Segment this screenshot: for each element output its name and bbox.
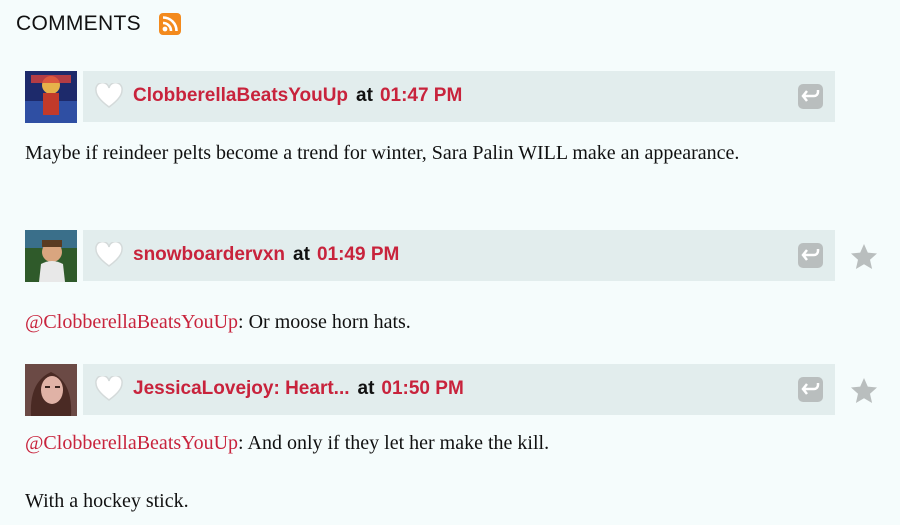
- comments-title: COMMENTS: [16, 12, 141, 35]
- comment-text: With a hockey stick.: [25, 490, 189, 512]
- comment-author-link[interactable]: ClobberellaBeatsYouUp: [133, 85, 348, 106]
- heart-icon[interactable]: [95, 376, 123, 402]
- comment-time-link[interactable]: 01:47 PM: [380, 85, 462, 106]
- comment-text-rest: : Or moose horn hats.: [238, 311, 411, 333]
- heart-icon[interactable]: [95, 83, 123, 109]
- comment-author-link[interactable]: snowboardervxn: [133, 244, 285, 265]
- rss-feed-icon[interactable]: [158, 13, 181, 35]
- comment-body: @ClobberellaBeatsYouUp: Or moose horn ha…: [25, 304, 825, 340]
- comment-text: @ClobberellaBeatsYouUp: And only if they…: [25, 425, 825, 461]
- star-icon[interactable]: [849, 242, 879, 272]
- reply-icon[interactable]: [798, 377, 823, 402]
- comment-meta: snowboardervxn at 01:49 PM: [133, 243, 399, 267]
- at-label: at: [293, 244, 310, 265]
- comment-author-link[interactable]: JessicaLovejoy: Heart...: [133, 378, 350, 399]
- comment-text: Maybe if reindeer pelts become a trend f…: [25, 142, 740, 164]
- comment-time-link[interactable]: 01:49 PM: [317, 244, 399, 265]
- comment-meta-bar: JessicaLovejoy: Heart... at 01:50 PM: [83, 364, 835, 415]
- reply-icon[interactable]: [798, 84, 823, 109]
- avatar[interactable]: [25, 230, 77, 282]
- comment-time-link[interactable]: 01:50 PM: [381, 378, 463, 399]
- comment-text-rest: : And only if they let her make the kill…: [238, 432, 550, 454]
- comment-text: @ClobberellaBeatsYouUp: Or moose horn ha…: [25, 304, 825, 340]
- at-label: at: [357, 378, 375, 399]
- comment-meta-bar: ClobberellaBeatsYouUp at 01:47 PM: [83, 71, 835, 122]
- comment-body: Maybe if reindeer pelts become a trend f…: [25, 135, 825, 171]
- comment-meta: ClobberellaBeatsYouUp at 01:47 PM: [133, 84, 462, 108]
- star-icon[interactable]: [849, 376, 879, 406]
- comment-body: @ClobberellaBeatsYouUp: And only if they…: [25, 425, 825, 519]
- mention-link[interactable]: @ClobberellaBeatsYouUp: [25, 432, 238, 454]
- reply-icon[interactable]: [798, 243, 823, 268]
- at-label: at: [356, 85, 373, 106]
- comments-header: COMMENTS: [16, 12, 181, 36]
- avatar[interactable]: [25, 364, 77, 416]
- avatar[interactable]: [25, 71, 77, 123]
- comment-meta: JessicaLovejoy: Heart... at 01:50 PM: [133, 377, 464, 401]
- comment-meta-bar: snowboardervxn at 01:49 PM: [83, 230, 835, 281]
- mention-link[interactable]: @ClobberellaBeatsYouUp: [25, 311, 238, 333]
- heart-icon[interactable]: [95, 242, 123, 268]
